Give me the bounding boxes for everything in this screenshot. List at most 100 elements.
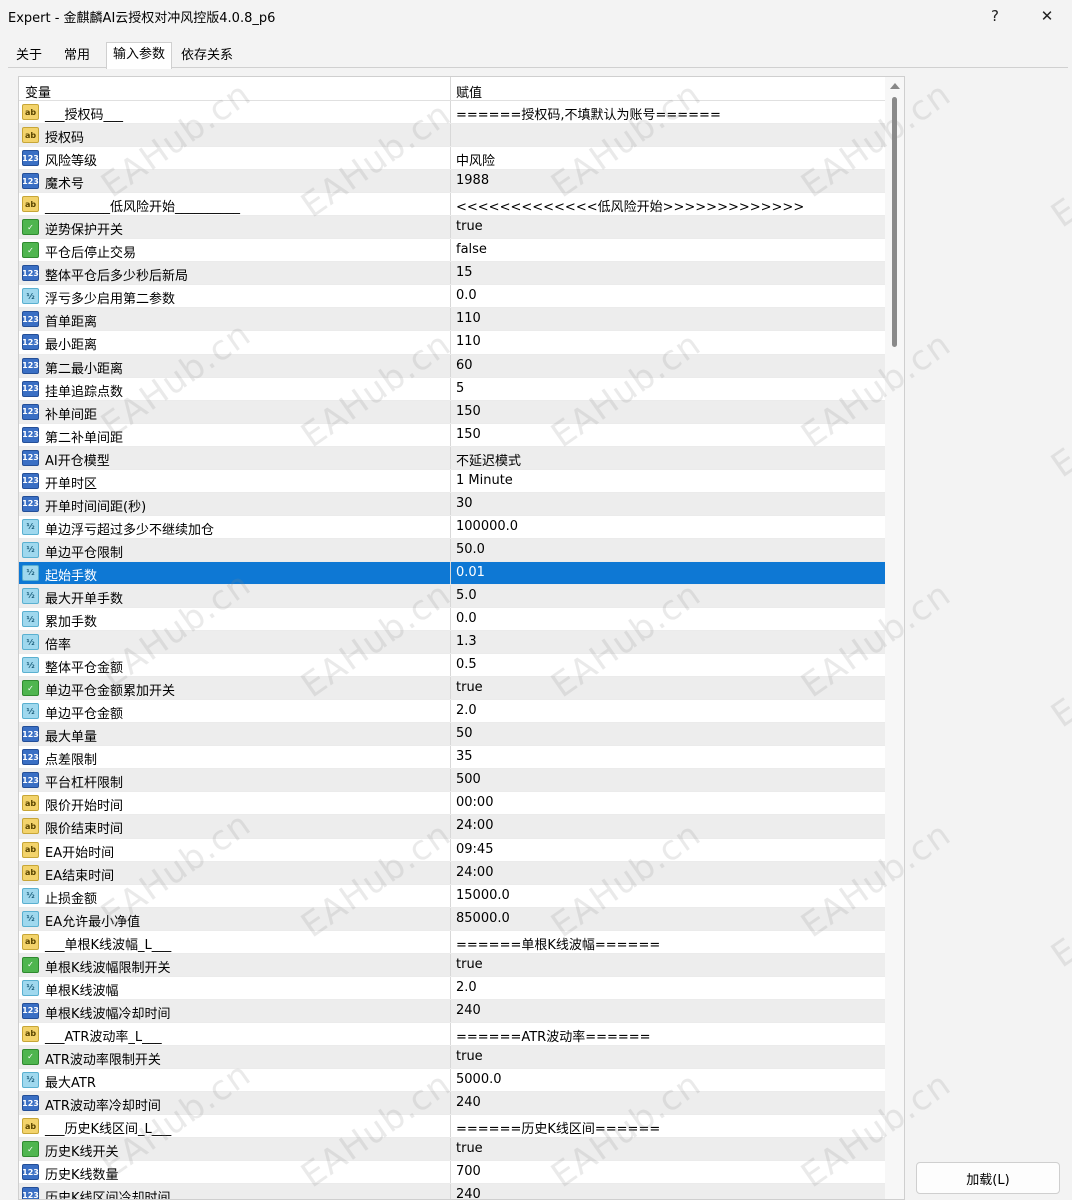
row-value[interactable]: 50.0 <box>456 542 485 557</box>
table-row[interactable]: ab __________低风险开始__________ <<<<<<<<<<<<<… <box>19 193 885 217</box>
table-row[interactable]: 123 开单时间间距(秒) 30 <box>19 492 885 516</box>
row-value[interactable]: 0.0 <box>456 288 477 303</box>
table-row[interactable]: ½ 起始手数 0.01 <box>19 561 885 585</box>
row-value[interactable]: 240 <box>456 1003 481 1018</box>
help-button[interactable]: ? <box>972 0 1018 32</box>
table-row[interactable]: ab 限价开始时间 00:00 <box>19 792 885 816</box>
table-row[interactable]: 123 风险等级 中风险 <box>19 147 885 171</box>
row-value[interactable]: 85000.0 <box>456 911 510 926</box>
row-value[interactable]: true <box>456 680 483 695</box>
row-value[interactable]: 1.3 <box>456 634 477 649</box>
table-row[interactable]: 123 平台杠杆限制 500 <box>19 769 885 793</box>
table-row[interactable]: 123 历史K线区间冷却时间 240 <box>19 1184 885 1199</box>
row-value[interactable]: 5000.0 <box>456 1072 502 1087</box>
table-row[interactable]: ½ EA允许最小净值 85000.0 <box>19 907 885 931</box>
row-value[interactable]: 5 <box>456 381 464 396</box>
table-row[interactable]: 123 开单时区 1 Minute <box>19 469 885 493</box>
row-value[interactable]: 500 <box>456 772 481 787</box>
row-value[interactable]: 15000.0 <box>456 888 510 903</box>
row-value[interactable]: 150 <box>456 427 481 442</box>
table-row[interactable]: 123 单根K线波幅冷却时间 240 <box>19 999 885 1023</box>
table-row[interactable]: 123 补单间距 150 <box>19 400 885 424</box>
table-row[interactable]: ½ 最大开单手数 5.0 <box>19 584 885 609</box>
table-row[interactable]: 123 点差限制 35 <box>19 746 885 770</box>
row-value[interactable]: ======授权码,不填默认为账号====== <box>456 104 721 123</box>
table-row[interactable]: ab EA结束时间 24:00 <box>19 861 885 885</box>
table-row[interactable]: ✓ 平仓后停止交易 false <box>19 239 885 263</box>
table-row[interactable]: ½ 倍率 1.3 <box>19 631 885 655</box>
row-value[interactable]: 中风险 <box>456 150 495 169</box>
row-value[interactable]: 110 <box>456 334 481 349</box>
column-divider[interactable] <box>450 77 451 100</box>
table-row[interactable]: ½ 止损金额 15000.0 <box>19 884 885 908</box>
row-value[interactable]: 150 <box>456 404 481 419</box>
table-row[interactable]: 123 整体平仓后多少秒后新局 15 <box>19 262 885 286</box>
row-value[interactable]: 2.0 <box>456 980 477 995</box>
table-row[interactable]: 123 历史K线数量 700 <box>19 1161 885 1185</box>
row-value[interactable]: 24:00 <box>456 818 493 833</box>
table-row[interactable]: ✓ ATR波动率限制开关 true <box>19 1045 885 1069</box>
row-value[interactable]: false <box>456 242 487 257</box>
row-value[interactable]: 1 Minute <box>456 473 513 488</box>
table-row[interactable]: ab 限价结束时间 24:00 <box>19 815 885 839</box>
table-row[interactable]: 123 最小距离 110 <box>19 331 885 355</box>
row-value[interactable]: 240 <box>456 1187 481 1199</box>
row-value[interactable]: 15 <box>456 265 473 280</box>
row-value[interactable]: 1988 <box>456 173 489 188</box>
row-value[interactable]: 00:00 <box>456 795 493 810</box>
table-row[interactable]: 123 挂单追踪点数 5 <box>19 377 885 401</box>
table-row[interactable]: 123 ATR波动率冷却时间 240 <box>19 1092 885 1116</box>
table-row[interactable]: ✓ 历史K线开关 true <box>19 1138 885 1162</box>
row-value[interactable]: 30 <box>456 496 473 511</box>
close-button[interactable]: ✕ <box>1024 0 1070 32</box>
row-value[interactable]: 50 <box>456 726 473 741</box>
table-row[interactable]: 123 第二补单间距 150 <box>19 423 885 447</box>
table-row[interactable]: ab EA开始时间 09:45 <box>19 838 885 862</box>
table-row[interactable]: ½ 单边平仓限制 50.0 <box>19 538 885 562</box>
row-value[interactable]: ======单根K线波幅====== <box>456 934 660 953</box>
table-row[interactable]: ab ___ATR波动率_L___ ======ATR波动率====== <box>19 1022 885 1046</box>
table-row[interactable]: ✓ 逆势保护开关 true <box>19 216 885 240</box>
row-value[interactable]: true <box>456 1049 483 1064</box>
row-value[interactable]: ======历史K线区间====== <box>456 1118 660 1137</box>
row-value[interactable]: 不延迟模式 <box>456 450 521 469</box>
tab-dependencies[interactable]: 依存关系 <box>175 44 239 68</box>
table-row[interactable]: 123 AI开仓模型 不延迟模式 <box>19 446 885 470</box>
vertical-scrollbar[interactable] <box>885 77 904 1199</box>
column-header-value[interactable]: 赋值 <box>456 82 482 101</box>
row-value[interactable]: 5.0 <box>456 588 477 603</box>
table-row[interactable]: ½ 单边平仓金额 2.0 <box>19 700 885 724</box>
table-row[interactable]: ½ 最大ATR 5000.0 <box>19 1068 885 1093</box>
table-row[interactable]: ½ 浮亏多少启用第二参数 0.0 <box>19 285 885 309</box>
table-row[interactable]: 123 首单距离 110 <box>19 308 885 332</box>
tab-about[interactable]: 关于 <box>10 44 48 68</box>
table-row[interactable]: ab ___历史K线区间_L___ ======历史K线区间====== <box>19 1115 885 1139</box>
table-row[interactable]: ab ___授权码___ ======授权码,不填默认为账号====== <box>19 101 885 125</box>
row-value[interactable]: 240 <box>456 1095 481 1110</box>
table-row[interactable]: ✓ 单边平仓金额累加开关 true <box>19 677 885 701</box>
row-value[interactable]: 24:00 <box>456 865 493 880</box>
row-value[interactable]: 110 <box>456 311 481 326</box>
row-value[interactable]: 0.0 <box>456 611 477 626</box>
row-value[interactable]: true <box>456 957 483 972</box>
row-value[interactable]: 0.5 <box>456 657 477 672</box>
row-value[interactable]: 60 <box>456 358 473 373</box>
parameter-grid[interactable]: 变量 赋值 ab ___授权码___ ======授权码,不填默认为账号======… <box>18 76 905 1200</box>
row-value[interactable]: true <box>456 1141 483 1156</box>
column-header-variable[interactable]: 变量 <box>25 82 51 101</box>
tab-common[interactable]: 常用 <box>58 44 96 68</box>
scrollbar-thumb[interactable] <box>892 97 897 347</box>
table-row[interactable]: 123 最大单量 50 <box>19 723 885 747</box>
table-row[interactable]: 123 魔术号 1988 <box>19 170 885 194</box>
table-row[interactable]: ½ 单根K线波幅 2.0 <box>19 976 885 1000</box>
table-row[interactable]: ½ 单边浮亏超过多少不继续加仓 100000.0 <box>19 515 885 539</box>
table-row[interactable]: ½ 累加手数 0.0 <box>19 608 885 632</box>
row-value[interactable]: 100000.0 <box>456 519 518 534</box>
table-row[interactable]: ½ 整体平仓金额 0.5 <box>19 654 885 678</box>
row-value[interactable]: <<<<<<<<<<<<<低风险开始>>>>>>>>>>>>> <box>456 196 804 215</box>
load-button[interactable]: 加载(L) <box>916 1162 1060 1194</box>
table-row[interactable]: ✓ 单根K线波幅限制开关 true <box>19 953 885 977</box>
row-value[interactable]: 2.0 <box>456 703 477 718</box>
row-value[interactable]: 35 <box>456 749 473 764</box>
table-row[interactable]: 123 第二最小距离 60 <box>19 354 885 378</box>
